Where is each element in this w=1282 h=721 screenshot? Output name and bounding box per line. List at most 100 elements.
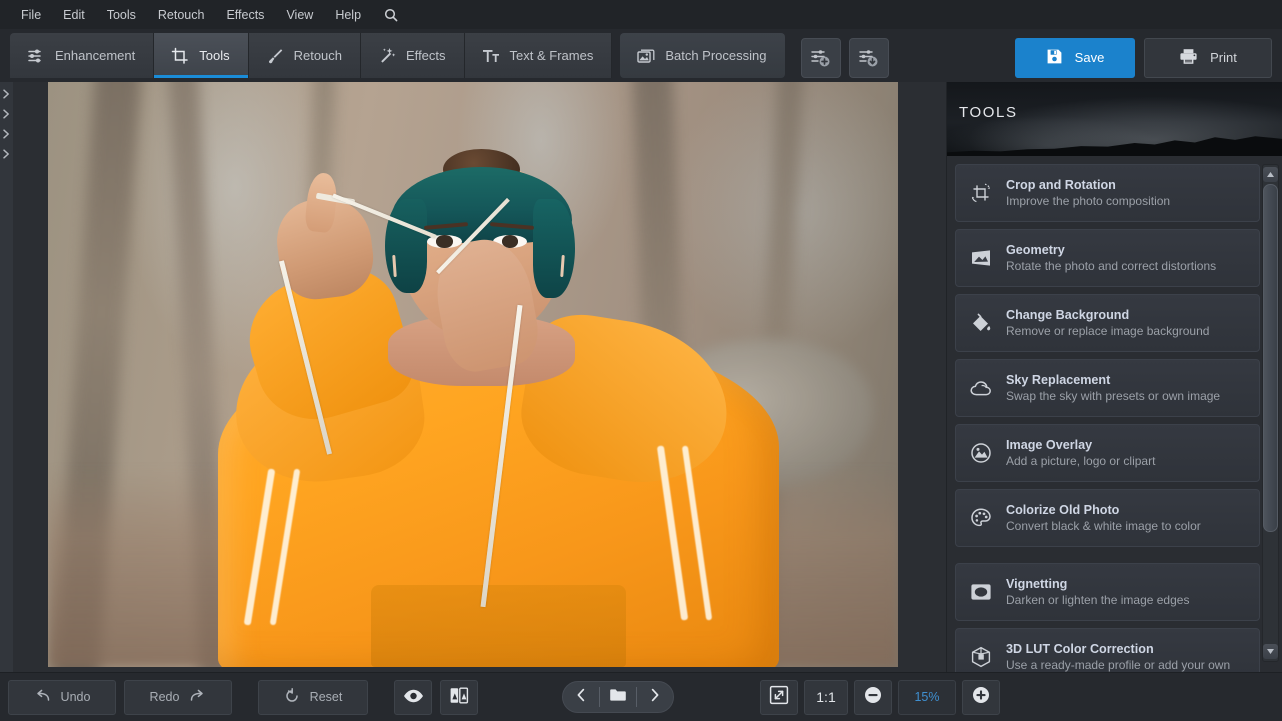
menu-item-edit[interactable]: Edit	[52, 4, 96, 26]
menu-item-file[interactable]: File	[10, 4, 52, 26]
tab-batch-processing[interactable]: Batch Processing	[620, 33, 785, 78]
tool-item-crop-and-rotation[interactable]: Crop and Rotation Improve the photo comp…	[955, 164, 1260, 222]
folder-icon	[609, 688, 627, 707]
subject-hair-side	[384, 199, 428, 293]
tab-retouch[interactable]: Retouch	[248, 33, 362, 78]
scroll-up-arrow-icon[interactable]	[1263, 167, 1278, 182]
tab-retouch-label: Retouch	[293, 48, 343, 63]
search-icon[interactable]	[372, 4, 408, 26]
previous-image-button[interactable]	[563, 682, 599, 712]
tool-item-text: Change Background Remove or replace imag…	[1006, 308, 1209, 338]
reset-button[interactable]: Reset	[258, 679, 368, 715]
palette-icon	[968, 505, 994, 531]
image-canvas[interactable]	[13, 82, 946, 672]
tools-panel: TOOLS Crop and Rotation Improve the phot…	[946, 82, 1282, 672]
before-after-icon	[449, 687, 469, 707]
tools-panel-scrollbar[interactable]	[1262, 164, 1279, 662]
tools-list: Crop and Rotation Improve the photo comp…	[947, 156, 1282, 672]
before-after-compare-button[interactable]	[440, 679, 478, 715]
tab-group: Enhancement Tools Retouch Effects Text &…	[10, 29, 785, 82]
panel-expander-4-chevron-right-icon[interactable]	[2, 146, 11, 159]
bottom-toolbar: Undo Redo Reset 1:1 15%	[0, 672, 1282, 721]
scroll-down-arrow-icon[interactable]	[1263, 644, 1278, 659]
panel-expander-3-chevron-right-icon[interactable]	[2, 126, 11, 139]
save-button[interactable]: Save	[1015, 37, 1135, 78]
preview-toggle-button[interactable]	[394, 679, 432, 715]
redo-button-label: Redo	[149, 690, 180, 704]
tool-item-desc: Add a picture, logo or clipart	[1006, 454, 1156, 468]
scrollbar-thumb[interactable]	[1263, 184, 1278, 533]
menu-item-tools[interactable]: Tools	[96, 4, 147, 26]
tab-enhancement[interactable]: Enhancement	[10, 33, 155, 78]
overlay-icon	[968, 440, 994, 466]
tool-item-3d-lut-color-correction[interactable]: 3D LUT Color Correction Use a ready-made…	[955, 628, 1260, 672]
tab-text-frames-label: Text & Frames	[509, 48, 594, 63]
tool-item-colorize-old-photo[interactable]: Colorize Old Photo Convert black & white…	[955, 489, 1260, 547]
menu-item-retouch[interactable]: Retouch	[147, 4, 216, 26]
add-preset-button[interactable]	[800, 37, 841, 78]
file-navigation	[562, 681, 674, 713]
text-icon	[481, 46, 501, 66]
tab-tools-label: Tools	[199, 48, 230, 63]
menu-item-effects[interactable]: Effects	[215, 4, 275, 26]
eye-icon	[403, 689, 424, 706]
tab-effects[interactable]: Effects	[361, 33, 465, 78]
zoom-controls: 1:1 15%	[760, 679, 1000, 715]
tool-item-text: Image Overlay Add a picture, logo or cli…	[1006, 438, 1155, 468]
photo-editor-window: File Edit Tools Retouch Effects View Hel…	[0, 0, 1282, 721]
scrollbar-track[interactable]	[1263, 184, 1278, 642]
tool-item-desc: Convert black & white image to color	[1006, 519, 1201, 533]
action-buttons: Save Print	[1015, 29, 1272, 82]
floppy-disk-icon	[1046, 48, 1063, 68]
hoodie-pocket	[371, 585, 626, 667]
save-button-label: Save	[1074, 50, 1105, 65]
subject-pupil	[436, 235, 453, 248]
fit-to-screen-icon	[769, 685, 789, 710]
geometry-icon	[968, 245, 994, 271]
printer-icon	[1179, 48, 1198, 68]
redo-arrow-icon	[189, 689, 206, 706]
tool-item-text: 3D LUT Color Correction Use a ready-made…	[1006, 642, 1230, 672]
save-preset-button[interactable]	[848, 37, 889, 78]
menu-item-help[interactable]: Help	[324, 4, 372, 26]
zoom-level-display[interactable]: 15%	[898, 679, 956, 715]
tab-tools[interactable]: Tools	[154, 33, 249, 78]
images-icon	[636, 46, 656, 66]
reset-circular-arrow-icon	[284, 687, 300, 707]
brush-icon	[265, 46, 285, 66]
actual-size-button[interactable]: 1:1	[804, 679, 848, 715]
menu-item-view[interactable]: View	[275, 4, 324, 26]
print-button[interactable]: Print	[1144, 37, 1272, 78]
zoom-out-button[interactable]	[854, 679, 892, 715]
panel-expander-2-chevron-right-icon[interactable]	[2, 106, 11, 119]
tool-item-desc: Rotate the photo and correct distortions	[1006, 259, 1217, 273]
magic-wand-icon	[377, 46, 397, 66]
tool-item-sky-replacement[interactable]: Sky Replacement Swap the sky with preset…	[955, 359, 1260, 417]
cloud-icon	[968, 375, 994, 401]
tool-item-text: Vignetting Darken or lighten the image e…	[1006, 577, 1189, 607]
reset-button-label: Reset	[309, 690, 343, 704]
tool-item-title: Geometry	[1006, 243, 1065, 257]
print-button-label: Print	[1210, 50, 1237, 65]
tool-item-change-background[interactable]: Change Background Remove or replace imag…	[955, 294, 1260, 352]
tab-batch-processing-label: Batch Processing	[665, 48, 767, 63]
tool-item-title: Crop and Rotation	[1006, 178, 1116, 192]
left-expander-rail	[0, 82, 13, 672]
tool-item-desc: Darken or lighten the image edges	[1006, 593, 1190, 607]
tool-item-image-overlay[interactable]: Image Overlay Add a picture, logo or cli…	[955, 424, 1260, 482]
fit-to-screen-button[interactable]	[760, 679, 798, 715]
main-body: TOOLS Crop and Rotation Improve the phot…	[0, 82, 1282, 672]
redo-button[interactable]: Redo	[124, 679, 232, 715]
zoom-in-button[interactable]	[962, 679, 1000, 715]
chevron-left-icon	[576, 688, 586, 707]
open-folder-button[interactable]	[600, 682, 636, 712]
undo-button[interactable]: Undo	[8, 679, 116, 715]
vignette-icon	[968, 579, 994, 605]
tool-item-title: Change Background	[1006, 308, 1130, 322]
tool-item-vignetting[interactable]: Vignetting Darken or lighten the image e…	[955, 563, 1260, 621]
next-image-button[interactable]	[637, 682, 673, 712]
tab-effects-label: Effects	[406, 48, 446, 63]
tab-text-frames[interactable]: Text & Frames	[464, 33, 613, 78]
tool-item-geometry[interactable]: Geometry Rotate the photo and correct di…	[955, 229, 1260, 287]
panel-expander-1-chevron-right-icon[interactable]	[2, 86, 11, 99]
